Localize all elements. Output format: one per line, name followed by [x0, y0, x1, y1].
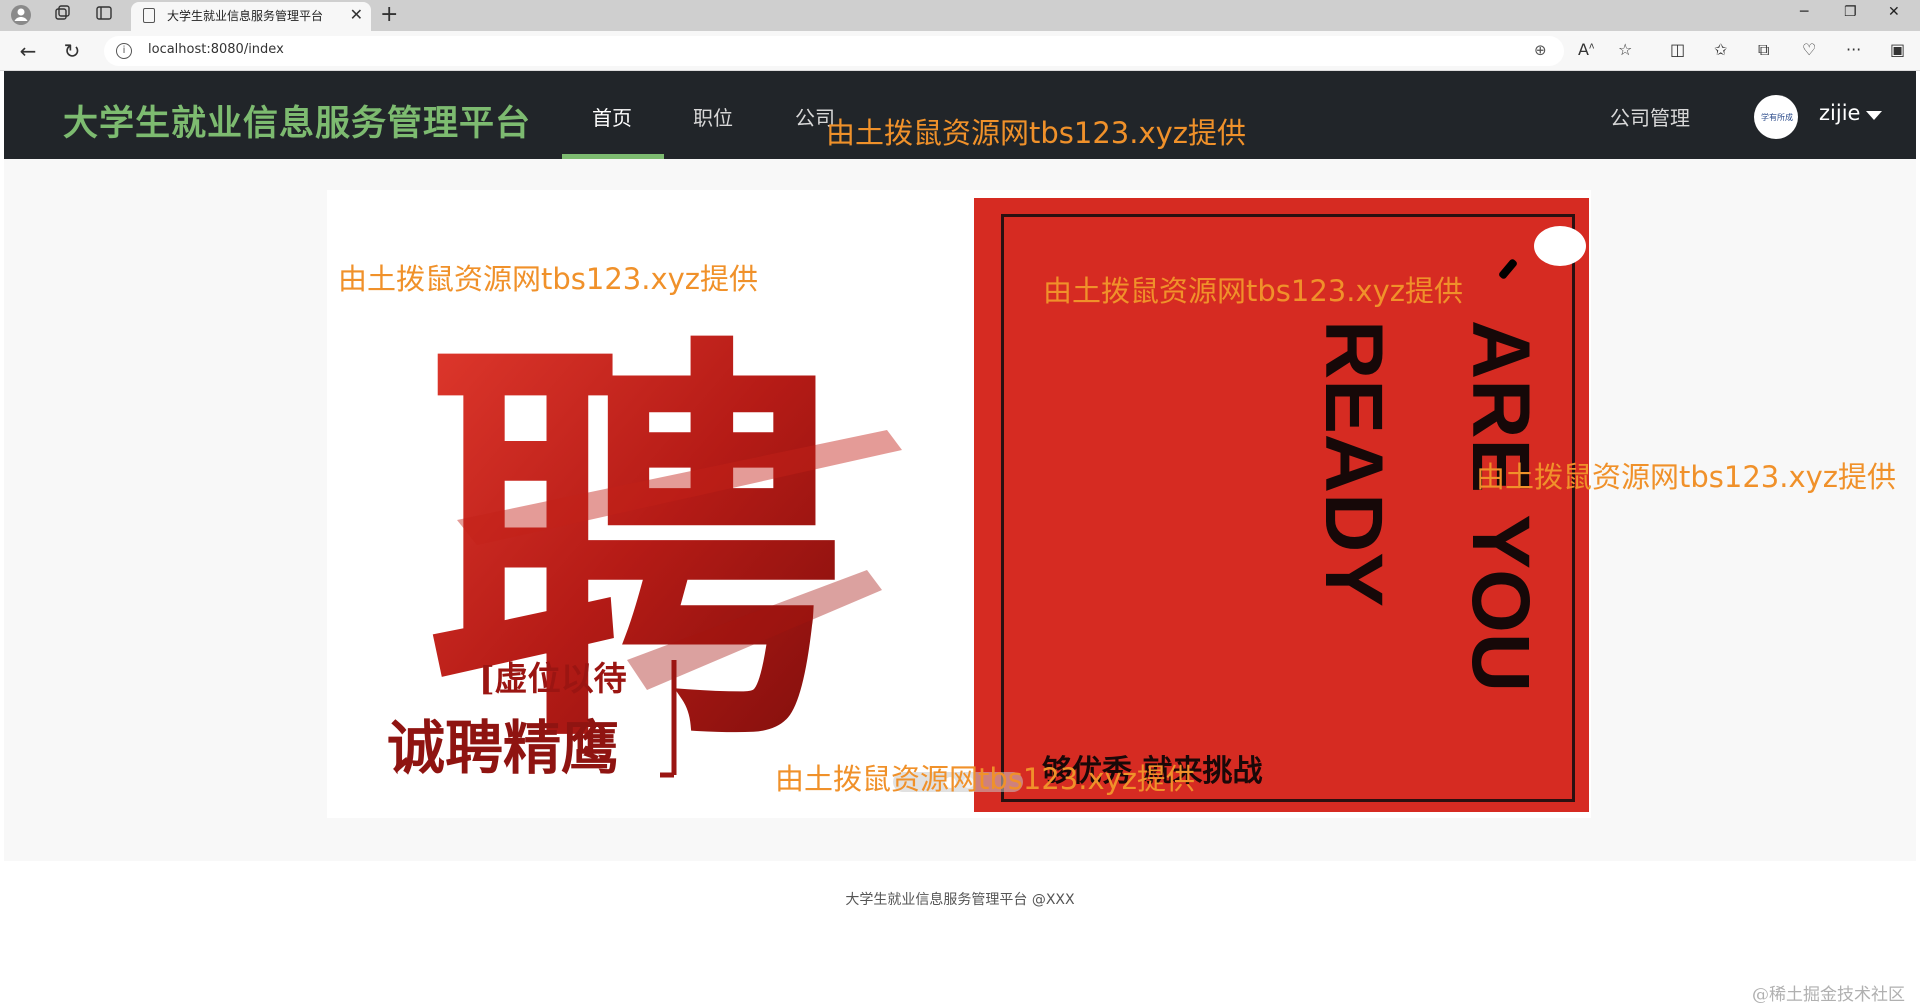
address-bar[interactable]: i localhost:8080/index ⊕	[104, 36, 1564, 66]
watermark-text: 由土拨鼠资源网tbs123.xyz提供	[775, 762, 1196, 796]
avatar[interactable]: 学有所成	[1754, 95, 1798, 139]
read-aloud-icon[interactable]: Aʌ	[1578, 40, 1594, 59]
minimize-icon[interactable]: ─	[1800, 4, 1808, 20]
watermark-text: 由土拨鼠资源网tbs123.xyz提供	[338, 262, 759, 296]
footer-text: 大学生就业信息服务管理平台 @XXX	[845, 892, 1075, 908]
document-icon	[143, 8, 155, 23]
nav-link-company-management[interactable]: 公司管理	[1610, 102, 1690, 131]
refresh-icon[interactable]: ↻	[58, 37, 86, 65]
address-toolbar: ← ↻ i localhost:8080/index ⊕ Aʌ ☆ ◫ ✩ ⧉ …	[0, 31, 1920, 71]
corner-watermark: @稀土掘金技术社区	[1752, 985, 1905, 1005]
watermark-text: 由土拨鼠资源网tbs123.xyz提供	[1476, 460, 1897, 494]
collections-icon[interactable]	[50, 4, 74, 28]
collections-icon[interactable]: ⧉	[1758, 40, 1769, 60]
back-icon[interactable]: ←	[14, 37, 42, 65]
footer: 大学生就业信息服务管理平台 @XXX	[4, 861, 1916, 1008]
chevron-down-icon[interactable]	[1866, 111, 1882, 120]
info-icon[interactable]: i	[116, 43, 132, 59]
extensions-icon[interactable]: ♡	[1802, 40, 1816, 59]
username[interactable]: zijie	[1819, 101, 1860, 125]
nav-link-home[interactable]: 首页	[592, 102, 632, 131]
nav-link-jobs[interactable]: 职位	[693, 102, 733, 131]
window-close-icon[interactable]: ✕	[1888, 4, 1900, 20]
url-text[interactable]: localhost:8080/index	[148, 42, 284, 57]
browser-tab-active[interactable]: 大学生就业信息服务管理平台 ✕	[131, 2, 371, 31]
tag-hole	[1534, 226, 1586, 266]
favorites-icon[interactable]: ✩	[1714, 40, 1727, 59]
close-icon[interactable]: ✕	[350, 5, 363, 24]
tab-actions-icon[interactable]	[92, 4, 116, 28]
ready-line-1: ARE YOU	[1455, 320, 1546, 693]
watermark-text: 由土拨鼠资源网tbs123.xyz提供	[826, 116, 1247, 150]
split-screen-icon[interactable]: ◫	[1670, 40, 1685, 59]
tab-title: 大学生就业信息服务管理平台	[167, 9, 324, 23]
restore-icon[interactable]: ❐	[1844, 4, 1857, 20]
watermark-text: 由土拨鼠资源网tbs123.xyz提供	[1043, 274, 1464, 308]
zoom-icon[interactable]: ⊕	[1534, 41, 1547, 59]
browser-tab-strip: 大学生就业信息服务管理平台 ✕ + ─ ❐ ✕	[0, 0, 1920, 31]
recruit-title: 诚聘精鹰	[387, 714, 619, 782]
profile-icon[interactable]	[9, 4, 33, 28]
avatar-logo-text: 学有所成	[1761, 113, 1793, 122]
more-icon[interactable]: ···	[1846, 40, 1861, 59]
sidebar-icon[interactable]: ▣	[1890, 40, 1905, 59]
favorite-star-icon[interactable]: ☆	[1618, 40, 1632, 59]
recruit-subtitle: [虚位以待	[479, 659, 627, 698]
ready-line-2: READY	[1308, 320, 1399, 608]
brand-title[interactable]: 大学生就业信息服务管理平台	[63, 95, 531, 146]
new-tab-button[interactable]: +	[380, 2, 398, 27]
